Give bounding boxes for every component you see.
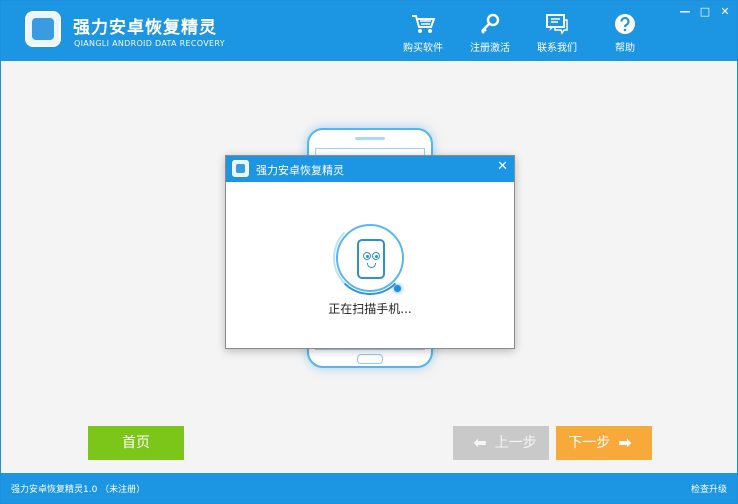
chat-icon — [546, 14, 568, 35]
close-button[interactable]: ✕ — [717, 5, 733, 18]
next-step-label: 下一步 — [568, 435, 611, 451]
scanning-message: 正在扫描手机... — [328, 302, 412, 316]
home-button[interactable]: 首页 — [88, 426, 184, 460]
dialog-logo-icon — [232, 160, 249, 177]
next-step-button[interactable]: 下一步 ➡ — [556, 426, 652, 460]
nav-contact[interactable]: 联系我们 — [527, 13, 587, 54]
dialog-titlebar: 强力安卓恢复精灵 ✕ — [226, 156, 514, 182]
dialog-title: 强力安卓恢复精灵 — [256, 164, 344, 177]
nav-register-label: 注册激活 — [470, 43, 510, 54]
maximize-button[interactable]: □ — [697, 5, 713, 18]
nav-buy-software[interactable]: 购买软件 — [393, 13, 453, 54]
app-logo — [25, 11, 61, 47]
nav-help-label: 帮助 — [615, 43, 635, 54]
version-status: 强力安卓恢复精灵1.0 （未注册） — [11, 485, 146, 495]
cart-icon — [412, 15, 436, 33]
arrow-left-icon: ⬅ — [473, 433, 487, 452]
nav-buy-label: 购买软件 — [403, 43, 443, 54]
scan-phone-icon — [333, 221, 407, 295]
scan-progress-dot — [394, 285, 401, 292]
prev-step-button[interactable]: ⬅ 上一步 — [453, 426, 549, 460]
header-bar: 强力安卓恢复精灵 QIANGLI ANDROID DATA RECOVERY 购… — [1, 1, 737, 61]
nav-help[interactable]: 帮助 — [595, 13, 655, 54]
scan-dialog: 强力安卓恢复精灵 ✕ 正在扫描手机... — [225, 155, 515, 349]
app-window: 强力安卓恢复精灵 QIANGLI ANDROID DATA RECOVERY 购… — [0, 0, 738, 504]
status-bar: 强力安卓恢复精灵1.0 （未注册） 检查升级 — [1, 473, 737, 503]
nav-register[interactable]: 注册激活 — [460, 13, 520, 54]
prev-step-label: 上一步 — [494, 435, 537, 451]
check-update-link[interactable]: 检查升级 — [691, 482, 727, 495]
help-icon — [615, 14, 635, 34]
dialog-close-button[interactable]: ✕ — [497, 159, 508, 174]
app-subtitle: QIANGLI ANDROID DATA RECOVERY — [74, 39, 225, 48]
nav-contact-label: 联系我们 — [537, 43, 577, 54]
app-title: 强力安卓恢复精灵 — [73, 18, 217, 38]
key-icon — [481, 13, 500, 34]
minimize-button[interactable]: — — [677, 5, 693, 18]
arrow-right-icon: ➡ — [618, 433, 632, 452]
